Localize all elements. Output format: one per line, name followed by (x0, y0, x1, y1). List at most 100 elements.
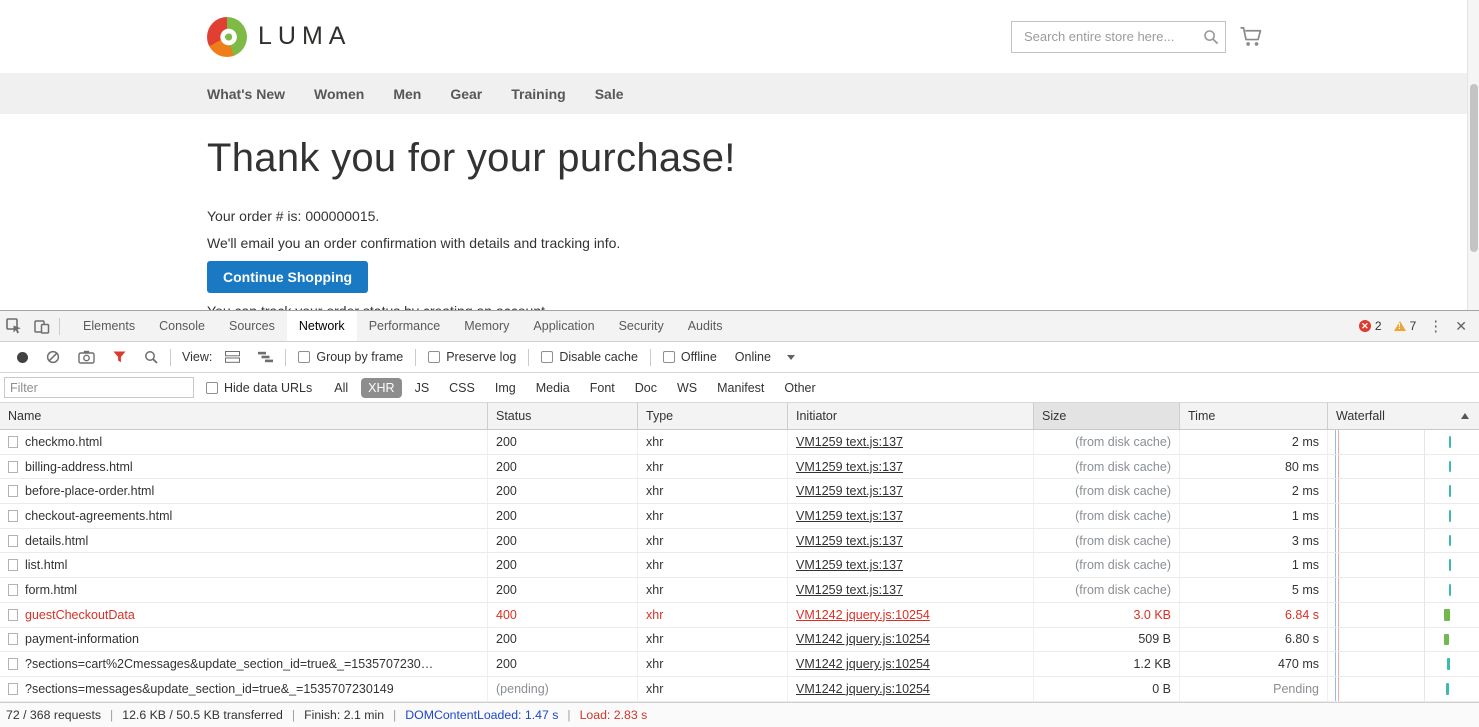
devtools-menu-icon[interactable]: ⋮ (1428, 317, 1443, 335)
filter-type-ws[interactable]: WS (670, 378, 704, 398)
column-header-name[interactable]: Name (0, 403, 488, 429)
search-icon[interactable] (1203, 29, 1219, 50)
initiator-link[interactable]: VM1259 text.js:137 (796, 583, 903, 597)
request-size: 509 B (1034, 628, 1180, 652)
search-requests-button[interactable] (144, 350, 158, 364)
initiator-link[interactable]: VM1259 text.js:137 (796, 509, 903, 523)
checkbox-icon (541, 351, 553, 363)
filter-type-xhr[interactable]: XHR (361, 378, 401, 398)
waterfall-cell (1328, 455, 1479, 479)
request-name-cell: form.html (0, 578, 488, 602)
tab-elements[interactable]: Elements (71, 311, 147, 341)
filter-type-css[interactable]: CSS (442, 378, 482, 398)
table-row[interactable]: checkout-agreements.html200xhrVM1259 tex… (0, 504, 1479, 529)
initiator-link[interactable]: VM1259 text.js:137 (796, 484, 903, 498)
initiator-link[interactable]: VM1259 text.js:137 (796, 534, 903, 548)
filter-type-media[interactable]: Media (529, 378, 577, 398)
column-header-type[interactable]: Type (638, 403, 788, 429)
table-row[interactable]: guestCheckoutData400xhrVM1242 jquery.js:… (0, 603, 1479, 628)
initiator-link[interactable]: VM1242 jquery.js:10254 (796, 632, 930, 646)
filter-type-doc[interactable]: Doc (628, 378, 664, 398)
inspect-element-button[interactable] (0, 311, 28, 341)
column-header-status[interactable]: Status (488, 403, 638, 429)
table-row[interactable]: before-place-order.html200xhrVM1259 text… (0, 479, 1479, 504)
luma-logo-text: LUMA (258, 22, 351, 51)
divider (59, 318, 60, 335)
nav-item-what-s-new[interactable]: What's New (207, 86, 285, 102)
nav-item-gear[interactable]: Gear (450, 86, 482, 102)
filter-type-font[interactable]: Font (583, 378, 622, 398)
capture-screenshots-button[interactable] (78, 350, 95, 364)
offline-checkbox[interactable]: Offline (663, 350, 717, 364)
nav-item-men[interactable]: Men (393, 86, 421, 102)
request-name: list.html (25, 558, 67, 572)
device-toolbar-button[interactable] (28, 311, 56, 341)
table-row[interactable]: ?sections=messages&update_section_id=tru… (0, 677, 1479, 702)
request-name-cell: before-place-order.html (0, 479, 488, 503)
search-input[interactable] (1011, 21, 1226, 53)
initiator-link[interactable]: VM1259 text.js:137 (796, 460, 903, 474)
initiator-link[interactable]: VM1259 text.js:137 (796, 435, 903, 449)
initiator-link[interactable]: VM1242 jquery.js:10254 (796, 657, 930, 671)
scrollbar-thumb[interactable] (1470, 84, 1478, 252)
record-button[interactable] (17, 352, 28, 363)
nav-item-training[interactable]: Training (511, 86, 565, 102)
filter-input[interactable] (4, 377, 194, 398)
request-name-cell: ?sections=messages&update_section_id=tru… (0, 677, 488, 701)
file-icon (8, 658, 18, 670)
table-row[interactable]: details.html200xhrVM1259 text.js:137(fro… (0, 529, 1479, 554)
initiator-link[interactable]: VM1242 jquery.js:10254 (796, 682, 930, 696)
large-rows-toggle[interactable] (225, 351, 240, 363)
table-row[interactable]: list.html200xhrVM1259 text.js:137(from d… (0, 553, 1479, 578)
tab-memory[interactable]: Memory (452, 311, 521, 341)
warning-count-badge[interactable]: 7 (1394, 319, 1417, 333)
filter-type-manifest[interactable]: Manifest (710, 378, 771, 398)
tab-network[interactable]: Network (287, 311, 357, 341)
tab-application[interactable]: Application (521, 311, 606, 341)
devtools-close-icon[interactable]: ✕ (1455, 318, 1467, 335)
table-row[interactable]: form.html200xhrVM1259 text.js:137(from d… (0, 578, 1479, 603)
checkbox-icon (298, 351, 310, 363)
column-header-size[interactable]: Size (1034, 403, 1180, 429)
request-size: 3.0 KB (1034, 603, 1180, 627)
error-count-badge[interactable]: ✕ 2 (1359, 319, 1382, 333)
overview-toggle[interactable] (258, 351, 273, 363)
nav-item-women[interactable]: Women (314, 86, 364, 102)
nav-item-sale[interactable]: Sale (595, 86, 624, 102)
cart-icon[interactable] (1239, 26, 1263, 47)
group-by-frame-checkbox[interactable]: Group by frame (298, 350, 403, 364)
table-row[interactable]: payment-information200xhrVM1242 jquery.j… (0, 628, 1479, 653)
disable-cache-checkbox[interactable]: Disable cache (541, 350, 638, 364)
preserve-log-checkbox[interactable]: Preserve log (428, 350, 516, 364)
tab-performance[interactable]: Performance (357, 311, 453, 341)
order-number-text: Your order # is: 000000015. (207, 208, 1479, 224)
divider (528, 349, 529, 366)
luma-logo[interactable]: LUMA (207, 17, 351, 57)
table-row[interactable]: ?sections=cart%2Cmessages&update_section… (0, 652, 1479, 677)
filter-type-img[interactable]: Img (488, 378, 523, 398)
column-header-time[interactable]: Time (1180, 403, 1328, 429)
column-header-waterfall[interactable]: Waterfall (1328, 403, 1479, 429)
column-header-initiator[interactable]: Initiator (788, 403, 1034, 429)
tab-console[interactable]: Console (147, 311, 217, 341)
network-table: Name Status Type Initiator Size Time Wat… (0, 403, 1479, 702)
filter-type-all[interactable]: All (327, 378, 355, 398)
tab-audits[interactable]: Audits (676, 311, 735, 341)
throttling-select[interactable]: Online (735, 350, 795, 364)
initiator-link[interactable]: VM1242 jquery.js:10254 (796, 608, 930, 622)
initiator-link[interactable]: VM1259 text.js:137 (796, 558, 903, 572)
clear-button[interactable] (46, 350, 60, 364)
table-row[interactable]: checkmo.html200xhrVM1259 text.js:137(fro… (0, 430, 1479, 455)
file-icon (8, 461, 18, 473)
hide-data-urls-checkbox[interactable]: Hide data URLs (206, 381, 312, 395)
filter-type-other[interactable]: Other (777, 378, 822, 398)
request-type: xhr (638, 628, 788, 652)
filter-type-js[interactable]: JS (408, 378, 437, 398)
tab-sources[interactable]: Sources (217, 311, 287, 341)
filter-button[interactable] (113, 351, 126, 363)
continue-shopping-button[interactable]: Continue Shopping (207, 261, 368, 293)
tab-security[interactable]: Security (607, 311, 676, 341)
table-row[interactable]: billing-address.html200xhrVM1259 text.js… (0, 455, 1479, 480)
waterfall-bar (1449, 559, 1451, 571)
page-scrollbar[interactable] (1467, 0, 1479, 310)
